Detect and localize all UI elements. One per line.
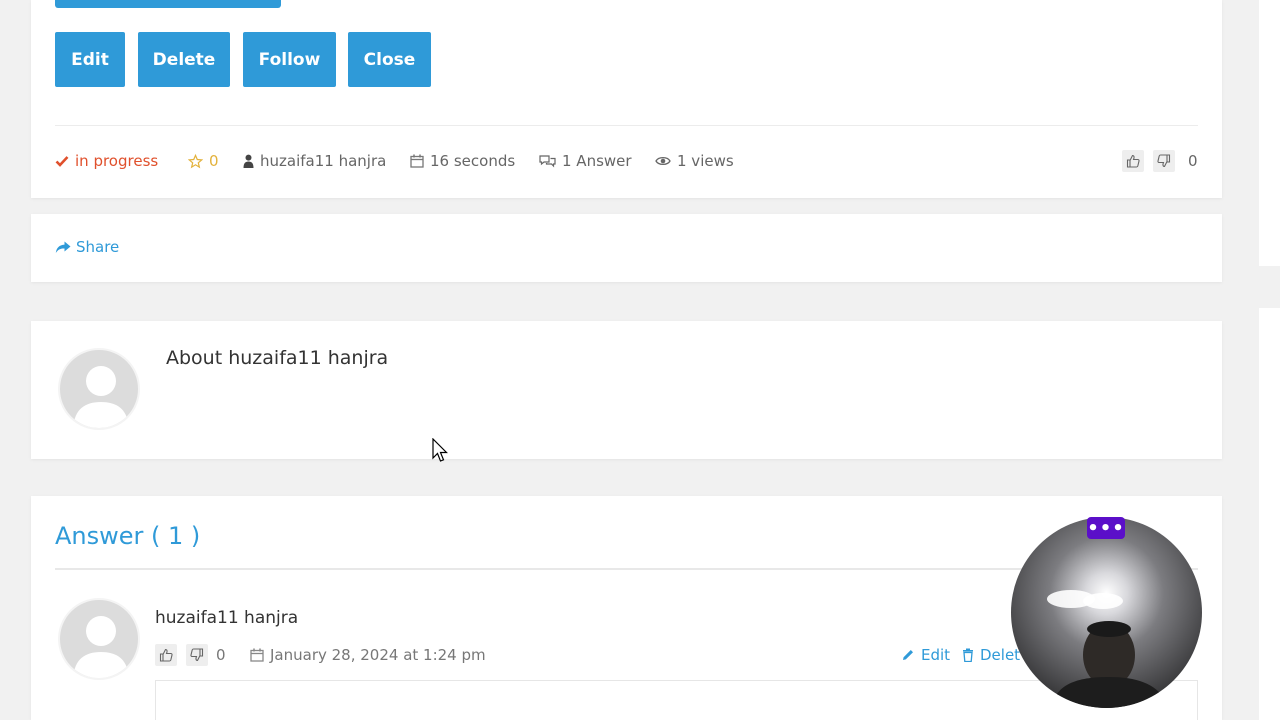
webcam-menu-button[interactable]: ••• xyxy=(1087,517,1125,539)
thumbs-down-icon xyxy=(190,648,204,662)
answers-meta[interactable]: 1 Answer xyxy=(539,150,632,172)
answer-delete-link[interactable]: Delet xyxy=(962,644,1020,666)
answer-date: January 28, 2024 at 1:24 pm xyxy=(250,644,486,666)
close-button[interactable]: Close xyxy=(348,32,431,87)
sidebar-card xyxy=(1259,0,1280,266)
edit-button[interactable]: Edit xyxy=(55,32,125,87)
thumbs-up-icon xyxy=(159,648,173,662)
answer-edit-link[interactable]: Edit xyxy=(901,644,950,666)
user-icon xyxy=(243,154,254,168)
time-value: 16 seconds xyxy=(430,152,516,170)
share-icon xyxy=(55,241,71,253)
status-badge: in progress xyxy=(55,150,158,172)
answer-vote-count: 0 xyxy=(216,646,226,664)
answer-content xyxy=(155,680,1198,720)
avatar[interactable] xyxy=(58,348,140,430)
star-icon xyxy=(188,153,203,168)
favorite-count[interactable]: 0 xyxy=(188,150,219,172)
check-icon xyxy=(55,156,69,167)
author-meta[interactable]: huzaifa11 hanjra xyxy=(243,150,386,172)
calendar-icon xyxy=(250,648,264,662)
follow-button[interactable]: Follow xyxy=(243,32,336,87)
mouse-cursor-icon xyxy=(432,438,448,462)
answer-edit-label: Edit xyxy=(921,646,951,664)
trash-icon xyxy=(963,648,973,662)
share-card xyxy=(31,214,1222,282)
views-count: 1 views xyxy=(677,152,734,170)
time-meta: 16 seconds xyxy=(410,150,515,172)
calendar-icon xyxy=(410,154,424,168)
share-button[interactable]: Share xyxy=(55,238,119,256)
author-name: huzaifa11 hanjra xyxy=(260,152,387,170)
share-label: Share xyxy=(76,238,120,256)
answers-title: Answer ( 1 ) xyxy=(55,522,201,550)
status-label: in progress xyxy=(75,152,159,170)
answer-avatar[interactable] xyxy=(58,598,140,680)
downvote-button[interactable] xyxy=(1153,150,1175,172)
star-count-value: 0 xyxy=(209,152,219,170)
answer-downvote-button[interactable] xyxy=(186,644,208,666)
comments-icon xyxy=(539,155,556,168)
vote-count: 0 xyxy=(1188,152,1198,170)
answer-delete-label: Delet xyxy=(980,646,1021,664)
webcam-person xyxy=(1047,590,1169,708)
answer-date-value: January 28, 2024 at 1:24 pm xyxy=(270,646,486,664)
question-top-bar xyxy=(55,0,281,8)
upvote-button[interactable] xyxy=(1122,150,1144,172)
delete-button[interactable]: Delete xyxy=(138,32,230,87)
answer-author[interactable]: huzaifa11 hanjra xyxy=(155,608,298,628)
views-meta: 1 views xyxy=(655,150,734,172)
thumbs-down-icon xyxy=(1157,154,1171,168)
webcam-overlay[interactable] xyxy=(1011,517,1202,708)
about-title: About huzaifa11 hanjra xyxy=(166,347,389,369)
eye-icon xyxy=(655,156,671,166)
thumbs-up-icon xyxy=(1126,154,1140,168)
sidebar-card xyxy=(1259,308,1280,720)
answer-upvote-button[interactable] xyxy=(155,644,177,666)
answers-count: 1 Answer xyxy=(562,152,632,170)
divider xyxy=(55,125,1198,126)
pencil-icon xyxy=(903,650,913,660)
about-card xyxy=(31,321,1222,459)
